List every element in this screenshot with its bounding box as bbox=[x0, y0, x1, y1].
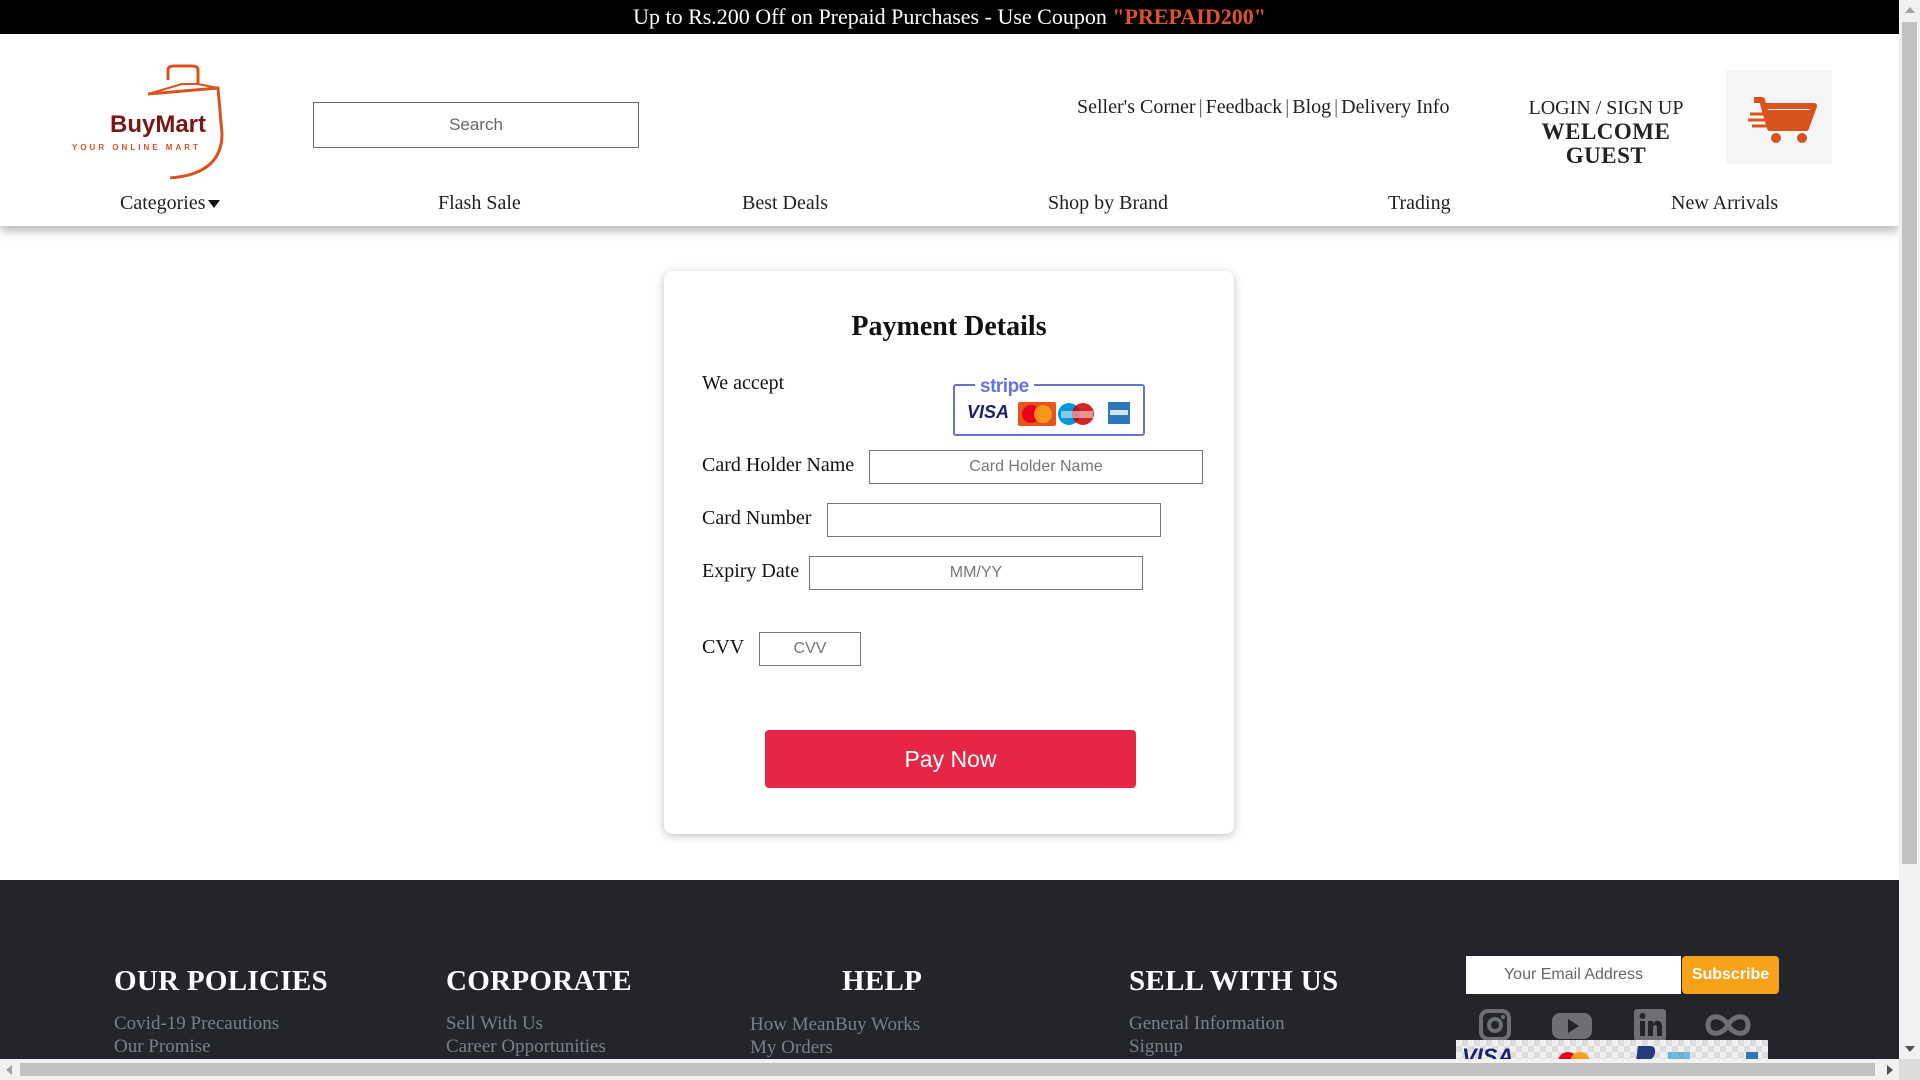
nav-trading[interactable]: Trading bbox=[1388, 192, 1451, 215]
blog-link[interactable]: Blog bbox=[1292, 96, 1331, 118]
payment-methods-image: VISA bbox=[1456, 1040, 1768, 1059]
footer-link[interactable]: Sell With Us bbox=[446, 1012, 632, 1035]
cart-icon bbox=[1748, 97, 1817, 143]
nav-flash-sale[interactable]: Flash Sale bbox=[438, 192, 521, 215]
account-area: LOGIN / SIGN UP WELCOME GUEST bbox=[1500, 96, 1712, 168]
nav-new-arrivals[interactable]: New Arrivals bbox=[1671, 192, 1778, 215]
nav-shop-by-brand[interactable]: Shop by Brand bbox=[1048, 192, 1168, 215]
divider: | bbox=[1285, 96, 1290, 118]
top-links: Seller's Corner | Feedback | Blog | Delivery I… bbox=[1077, 96, 1449, 119]
scroll-down-icon[interactable] bbox=[1905, 1046, 1915, 1052]
pay-now-button[interactable]: Pay Now bbox=[765, 730, 1136, 788]
footer-col-policies: OUR POLICIES Covid-19 Precautions Our Pr… bbox=[114, 965, 328, 1058]
footer-col-sell: SELL WITH US General Information Signup bbox=[1129, 965, 1338, 1058]
horizontal-scrollbar[interactable] bbox=[0, 1059, 1899, 1080]
nav-categories[interactable]: Categories bbox=[120, 192, 220, 215]
site-footer: OUR POLICIES Covid-19 Precautions Our Pr… bbox=[0, 880, 1899, 1059]
footer-heading: OUR POLICIES bbox=[114, 965, 328, 997]
footer-link[interactable]: Covid-19 Precautions bbox=[114, 1012, 328, 1035]
infinity-icon[interactable] bbox=[1704, 1008, 1752, 1042]
page: Up to Rs.200 Off on Prepaid Purchases - … bbox=[0, 0, 1899, 1059]
footer-link[interactable]: General Information bbox=[1129, 1012, 1338, 1035]
scroll-right-icon[interactable] bbox=[1887, 1065, 1893, 1075]
amex-logo bbox=[1108, 402, 1130, 424]
expiry-date-label: Expiry Date bbox=[702, 560, 800, 582]
footer-heading: CORPORATE bbox=[446, 965, 632, 997]
login-signup-link[interactable]: LOGIN / SIGN UP bbox=[1500, 96, 1712, 120]
divider: | bbox=[1198, 96, 1203, 118]
main-nav: Categories Flash Sale Best Deals Shop by… bbox=[0, 192, 1899, 222]
card-number-label: Card Number bbox=[702, 507, 812, 529]
svg-text:VISA: VISA bbox=[967, 402, 1009, 422]
footer-heading: SELL WITH US bbox=[1129, 965, 1339, 997]
scrollbar-corner bbox=[1899, 1059, 1920, 1080]
caret-down-icon bbox=[207, 200, 220, 209]
logo-name: BuyMart bbox=[110, 111, 206, 138]
footer-link[interactable]: Career Opportunities bbox=[446, 1035, 632, 1058]
footer-link[interactable]: Signup bbox=[1129, 1035, 1338, 1058]
delivery-info-link[interactable]: Delivery Info bbox=[1341, 96, 1449, 118]
divider: | bbox=[1334, 96, 1339, 118]
promo-bar: Up to Rs.200 Off on Prepaid Purchases - … bbox=[0, 0, 1899, 34]
nav-categories-label: Categories bbox=[120, 192, 206, 214]
we-accept-label: We accept bbox=[702, 372, 785, 394]
logo-tagline: YOUR ONLINE MART bbox=[72, 143, 201, 152]
card-number-input[interactable] bbox=[827, 503, 1161, 537]
footer-heading: HELP bbox=[842, 965, 923, 997]
card-holder-label: Card Holder Name bbox=[702, 454, 855, 476]
scroll-left-icon[interactable] bbox=[6, 1065, 12, 1075]
footer-col-help: HELP How MeanBuy Works My Orders bbox=[750, 965, 922, 1059]
horizontal-scroll-thumb[interactable] bbox=[20, 1063, 1875, 1076]
sellers-corner-link[interactable]: Seller's Corner bbox=[1077, 96, 1196, 118]
cart-button[interactable] bbox=[1726, 70, 1832, 164]
mastercard-logo bbox=[1018, 402, 1056, 426]
svg-text:VISA: VISA bbox=[1462, 1044, 1513, 1059]
welcome-text: WELCOME GUEST bbox=[1541, 119, 1671, 168]
payment-card: Payment Details We accept stripe VISA Ca… bbox=[664, 271, 1234, 834]
footer-col-corporate: CORPORATE Sell With Us Career Opportunit… bbox=[446, 965, 632, 1058]
youtube-icon[interactable] bbox=[1551, 1008, 1593, 1042]
subscribe-button[interactable]: Subscribe bbox=[1682, 956, 1779, 994]
buymart-logo[interactable]: BuyMart YOUR ONLINE MART bbox=[70, 64, 240, 180]
expiry-date-input[interactable] bbox=[809, 556, 1143, 590]
vertical-scroll-thumb[interactable] bbox=[1902, 22, 1917, 864]
accepted-cards-badge: stripe VISA bbox=[953, 376, 1145, 436]
vertical-scrollbar[interactable] bbox=[1899, 0, 1920, 1059]
instagram-icon[interactable] bbox=[1476, 1008, 1512, 1042]
scroll-up-icon[interactable] bbox=[1905, 7, 1915, 13]
promo-text: Up to Rs.200 Off on Prepaid Purchases - … bbox=[633, 4, 1113, 29]
cvv-input[interactable] bbox=[759, 632, 861, 666]
site-header: BuyMart YOUR ONLINE MART Seller's Corner… bbox=[0, 34, 1899, 226]
footer-link[interactable]: Our Promise bbox=[114, 1035, 328, 1058]
visa-logo: VISA bbox=[967, 402, 1009, 422]
feedback-link[interactable]: Feedback bbox=[1206, 96, 1283, 118]
search-input[interactable] bbox=[313, 102, 639, 148]
linkedin-icon[interactable] bbox=[1632, 1008, 1668, 1042]
newsletter-email-input[interactable] bbox=[1466, 956, 1681, 994]
promo-code: "PREPAID200" bbox=[1112, 4, 1266, 29]
footer-link[interactable]: My Orders bbox=[750, 1036, 922, 1059]
maestro-logo bbox=[1058, 403, 1094, 425]
footer-link[interactable]: How MeanBuy Works bbox=[750, 1013, 922, 1036]
payment-title: Payment Details bbox=[851, 311, 1047, 342]
cvv-label: CVV bbox=[702, 636, 745, 658]
nav-best-deals[interactable]: Best Deals bbox=[742, 192, 828, 215]
card-holder-input[interactable] bbox=[869, 450, 1203, 484]
